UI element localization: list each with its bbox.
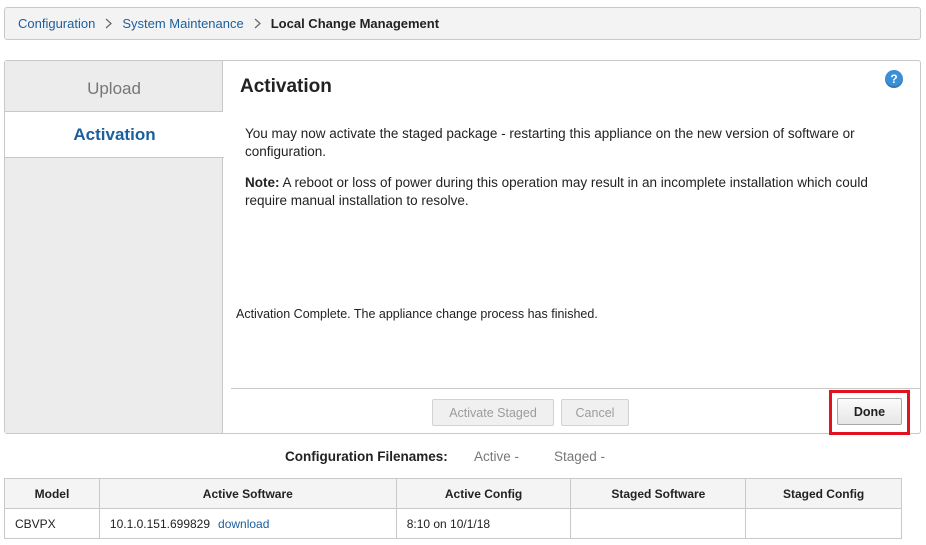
column-header-staged-config: Staged Config [745,478,902,509]
done-button[interactable]: Done [837,398,902,425]
action-footer: Activate Staged Cancel Done [231,388,920,435]
active-filename: Active - [474,449,520,464]
note-text: A reboot or loss of power during this op… [245,175,868,208]
chevron-right-icon [254,18,261,29]
column-header-staged-software: Staged Software [570,478,747,509]
cancel-button[interactable]: Cancel [561,399,629,426]
local-change-panel: Upload Activation Activation ? You may n… [4,60,921,435]
configuration-filenames-label: Configuration Filenames: [285,449,448,464]
staged-filename: Staged - [554,449,606,464]
table-header-row: Model Active Software Active Config Stag… [4,478,902,509]
column-header-active-software: Active Software [98,478,397,509]
status-message: Activation Complete. The appliance chang… [236,307,598,321]
download-link[interactable]: download [218,517,269,531]
cell-active-software: 10.1.0.151.699829 download [98,508,397,539]
active-software-version: 10.1.0.151.699829 [109,516,211,531]
breadcrumb-current: Local Change Management [270,16,440,31]
activation-description: You may now activate the staged package … [245,126,855,159]
page-title: Activation [240,76,332,97]
table-row: CBVPX 10.1.0.151.699829 download 8:10 on … [4,508,902,539]
cell-staged-config [745,508,902,539]
activate-staged-button[interactable]: Activate Staged [432,399,554,426]
column-header-active-config: Active Config [395,478,572,509]
cell-model: CBVPX [4,508,100,539]
help-icon[interactable]: ? [885,70,903,88]
activation-note: Note: A reboot or loss of power during t… [245,174,885,210]
software-table: Model Active Software Active Config Stag… [4,478,902,539]
column-header-model: Model [4,478,100,509]
cell-active-config: 8:10 on 10/1/18 [395,508,572,539]
tab-activation[interactable]: Activation [5,112,224,158]
breadcrumb-configuration[interactable]: Configuration [18,16,95,31]
breadcrumb: Configuration System Maintenance Local C… [4,7,921,40]
tab-upload[interactable]: Upload [5,66,223,112]
cell-staged-software [570,508,747,539]
note-label: Note: [245,175,280,190]
activation-content: Activation ? You may now activate the st… [223,61,920,435]
breadcrumb-system-maintenance[interactable]: System Maintenance [122,16,243,31]
chevron-right-icon [105,18,113,29]
sidebar: Upload Activation [5,61,224,433]
